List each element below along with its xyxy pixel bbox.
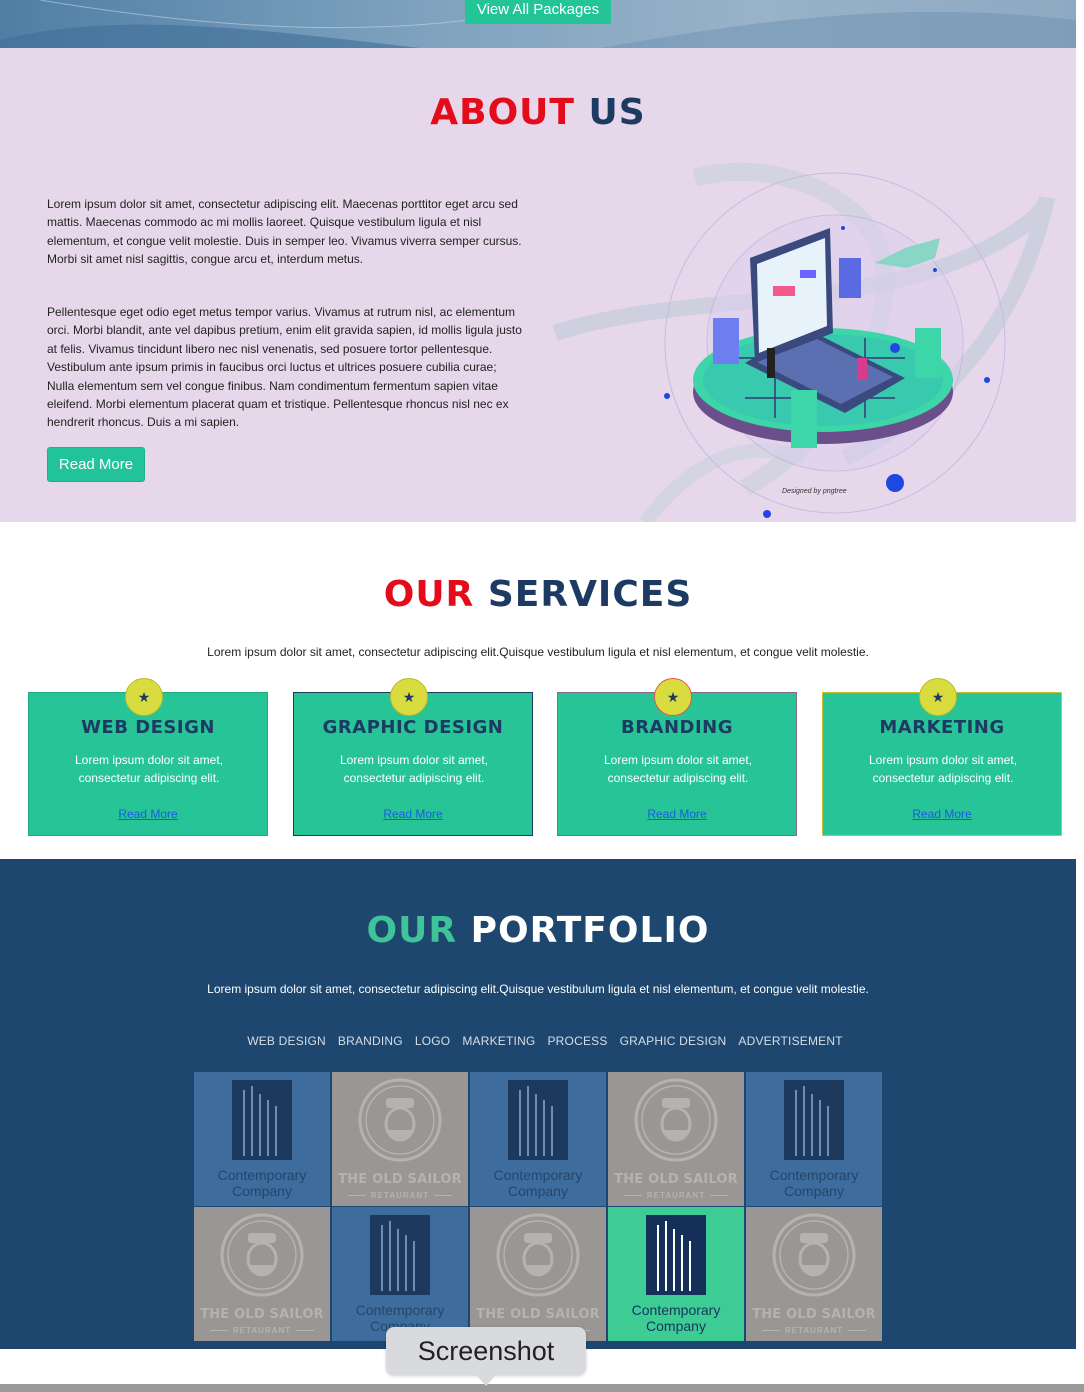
service-card-title: BRANDING — [620, 717, 734, 738]
page: View All Packages ABOUT US Lorem ipsum d… — [0, 0, 1076, 1392]
services-title-part1: OUR — [383, 574, 475, 615]
tile-caption: Contemporary Company — [217, 1167, 307, 1199]
service-read-more-link[interactable]: Read More — [294, 807, 532, 821]
tile-caption: THE OLD SAILOR — [338, 1172, 462, 1187]
about-illustration — [552, 162, 1055, 522]
service-read-more-link[interactable]: Read More — [823, 807, 1061, 821]
tile-subcaption: RETAURANT — [746, 1326, 882, 1335]
service-card-text: Lorem ipsum dolor sit amet, consectetur … — [339, 753, 489, 785]
portfolio-tile[interactable]: THE OLD SAILOR RETAURANT — [332, 1072, 468, 1206]
star-icon: ★ — [919, 678, 957, 716]
service-card-web-design: ★ WEB DESIGN Lorem ipsum dolor sit amet,… — [28, 678, 268, 836]
filter-logo[interactable]: LOGO — [415, 1034, 450, 1048]
services-title-part2: SERVICES — [487, 574, 693, 615]
filter-process[interactable]: PROCESS — [547, 1034, 607, 1048]
service-read-more-link[interactable]: Read More — [29, 807, 267, 821]
building-logo-icon — [370, 1215, 430, 1295]
portfolio-subtitle: Lorem ipsum dolor sit amet, consectetur … — [207, 982, 869, 996]
about-title-part2: US — [588, 92, 646, 133]
filter-advertisement[interactable]: ADVERTISEMENT — [738, 1034, 842, 1048]
service-card-text: Lorem ipsum dolor sit amet, consectetur … — [74, 753, 224, 785]
right-gutter — [1076, 0, 1084, 1392]
service-card-branding: ★ BRANDING Lorem ipsum dolor sit amet, c… — [557, 678, 797, 836]
tile-caption: THE OLD SAILOR — [200, 1307, 324, 1322]
portfolio-tile[interactable]: THE OLD SAILOR RETAURANT — [194, 1207, 330, 1341]
tooltip-arrow-icon — [476, 1375, 496, 1386]
star-icon: ★ — [654, 678, 692, 716]
sailor-logo-icon — [220, 1213, 304, 1297]
filter-graphic-design[interactable]: GRAPHIC DESIGN — [620, 1034, 727, 1048]
filter-branding[interactable]: BRANDING — [338, 1034, 403, 1048]
filter-web-design[interactable]: WEB DESIGN — [247, 1034, 326, 1048]
tile-caption: THE OLD SAILOR — [752, 1307, 876, 1322]
portfolio-tile-highlighted[interactable]: Contemporary Company — [608, 1207, 744, 1341]
portfolio-tile[interactable]: THE OLD SAILOR RETAURANT — [746, 1207, 882, 1341]
hero-strip: View All Packages — [0, 0, 1076, 48]
service-card-graphic-design: ★ GRAPHIC DESIGN Lorem ipsum dolor sit a… — [293, 678, 533, 836]
tile-caption: Contemporary Company — [631, 1302, 721, 1334]
portfolio-filters: WEB DESIGN BRANDING LOGO MARKETING PROCE… — [0, 1034, 1076, 1048]
portfolio-grid: Contemporary Company THE OLD SAILOR RETAU… — [194, 1072, 884, 1342]
portfolio-tile[interactable]: Contemporary Company — [470, 1072, 606, 1206]
tile-caption: Contemporary Company — [493, 1167, 583, 1199]
building-logo-icon — [508, 1080, 568, 1160]
service-card-title: MARKETING — [879, 717, 1005, 738]
service-card-text: Lorem ipsum dolor sit amet, consectetur … — [603, 753, 753, 785]
tile-subcaption: RETAURANT — [194, 1326, 330, 1335]
filter-marketing[interactable]: MARKETING — [462, 1034, 535, 1048]
about-section: ABOUT US Lorem ipsum dolor sit amet, con… — [0, 48, 1076, 522]
portfolio-tile[interactable]: Contemporary Company — [332, 1207, 468, 1341]
building-logo-icon — [784, 1080, 844, 1160]
services-subtitle: Lorem ipsum dolor sit amet, consectetur … — [207, 645, 869, 659]
about-read-more-button[interactable]: Read More — [47, 447, 145, 482]
portfolio-tile[interactable]: THE OLD SAILOR RETAURANT — [470, 1207, 606, 1341]
portfolio-title-part2: PORTFOLIO — [470, 910, 710, 951]
tile-caption: THE OLD SAILOR — [614, 1172, 738, 1187]
building-logo-icon — [646, 1215, 706, 1295]
tile-caption: THE OLD SAILOR — [476, 1307, 600, 1322]
portfolio-tile[interactable]: Contemporary Company — [194, 1072, 330, 1206]
portfolio-title-part1: OUR — [366, 910, 458, 951]
star-icon: ★ — [390, 678, 428, 716]
building-logo-icon — [232, 1080, 292, 1160]
about-paragraph-1: Lorem ipsum dolor sit amet, consectetur … — [47, 197, 522, 267]
service-card-marketing: ★ MARKETING Lorem ipsum dolor sit amet, … — [822, 678, 1062, 836]
sailor-logo-icon — [496, 1213, 580, 1297]
tile-subcaption: RETAURANT — [608, 1191, 744, 1200]
sailor-logo-icon — [358, 1078, 442, 1162]
tile-subcaption: RETAURANT — [332, 1191, 468, 1200]
portfolio-section: OUR PORTFOLIO Lorem ipsum dolor sit amet… — [0, 859, 1076, 1349]
portfolio-tile[interactable]: Contemporary Company — [746, 1072, 882, 1206]
service-read-more-link[interactable]: Read More — [558, 807, 796, 821]
portfolio-title: OUR PORTFOLIO — [0, 910, 1076, 951]
window-bottom-bar — [0, 1384, 1084, 1392]
about-title-part1: ABOUT — [430, 92, 575, 133]
service-card-text: Lorem ipsum dolor sit amet, consectetur … — [868, 753, 1018, 785]
sailor-logo-icon — [772, 1213, 856, 1297]
sailor-logo-icon — [634, 1078, 718, 1162]
view-all-packages-button[interactable]: View All Packages — [465, 0, 611, 24]
services-title: OUR SERVICES — [0, 574, 1076, 615]
designed-by-credit: Designed by pngtree — [782, 488, 847, 495]
screenshot-tooltip: Screenshot — [386, 1327, 586, 1375]
service-card-title: GRAPHIC DESIGN — [322, 717, 504, 738]
star-icon: ★ — [125, 678, 163, 716]
about-title: ABOUT US — [0, 92, 1076, 133]
about-paragraph-2: Pellentesque eget odio eget metus tempor… — [47, 305, 522, 430]
service-card-title: WEB DESIGN — [81, 717, 215, 738]
tile-caption: Contemporary Company — [769, 1167, 859, 1199]
services-section: OUR SERVICES Lorem ipsum dolor sit amet,… — [0, 522, 1076, 859]
portfolio-tile[interactable]: THE OLD SAILOR RETAURANT — [608, 1072, 744, 1206]
